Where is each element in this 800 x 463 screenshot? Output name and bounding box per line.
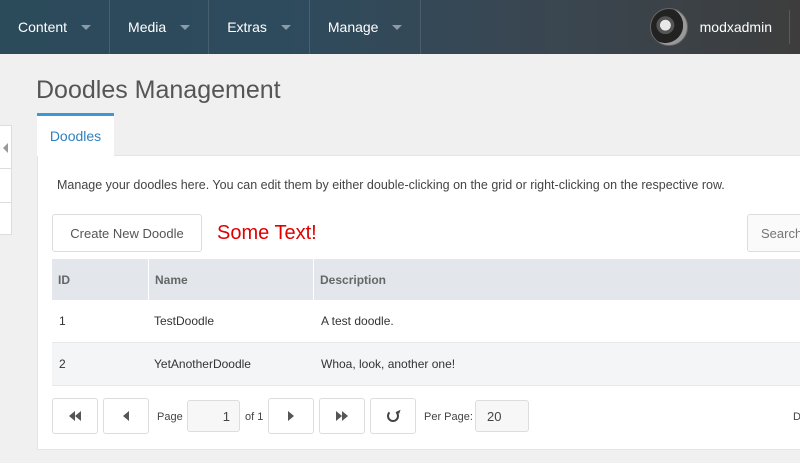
divider [0, 168, 12, 169]
per-page-label: Per Page: [424, 411, 473, 423]
cell-description: A test doodle. [321, 314, 394, 328]
page-title: Doodles Management [36, 76, 281, 104]
page-count-label: of 1 [245, 411, 264, 423]
create-doodle-button[interactable]: Create New Doodle [52, 214, 202, 252]
doodles-grid: ID Name Description 1 TestDoodle A test … [52, 259, 800, 386]
cell-name: TestDoodle [154, 314, 215, 328]
chevron-right-icon [288, 411, 294, 421]
last-page-button[interactable] [319, 398, 365, 434]
table-row[interactable]: 2 YetAnotherDoodle Whoa, look, another o… [52, 343, 800, 386]
chevron-left-icon[interactable] [3, 143, 8, 153]
chevron-down-icon [180, 24, 191, 30]
nav-media-label: Media [128, 19, 167, 35]
nav-content[interactable]: Content [0, 0, 111, 54]
prev-page-button[interactable] [103, 398, 149, 434]
column-header-id[interactable]: ID [52, 259, 149, 300]
nav-media[interactable]: Media [110, 0, 210, 54]
nav-extras[interactable]: Extras [209, 0, 310, 54]
chevron-down-icon [392, 24, 403, 30]
first-page-button[interactable] [52, 398, 98, 434]
custom-text: Some Text! [217, 222, 317, 244]
column-header-description[interactable]: Description [314, 259, 800, 300]
nav-extras-label: Extras [227, 19, 267, 35]
avatar[interactable] [649, 8, 688, 46]
per-page-input[interactable] [475, 400, 529, 432]
divider [789, 10, 790, 44]
search-input[interactable] [747, 214, 800, 252]
chevron-left-icon [123, 411, 129, 421]
nav-manage-label: Manage [327, 19, 379, 35]
sidebar-collapse-tab[interactable] [0, 125, 12, 235]
cell-name: YetAnotherDoodle [154, 357, 251, 371]
refresh-button[interactable] [370, 398, 416, 434]
next-page-button[interactable] [268, 398, 314, 434]
nav-content-label: Content [18, 19, 68, 35]
column-header-name[interactable]: Name [149, 259, 314, 300]
double-chevron-right-icon [342, 411, 348, 421]
chevron-down-icon [81, 24, 92, 30]
table-row[interactable]: 1 TestDoodle A test doodle. [52, 300, 800, 343]
grid-header: ID Name Description [52, 259, 800, 300]
chevron-down-icon [280, 24, 291, 30]
cell-description: Whoa, look, another one! [321, 357, 456, 371]
username: modxadmin [699, 19, 772, 35]
cell-id: 2 [59, 357, 66, 371]
page-label: Page [157, 411, 183, 423]
display-info: D [793, 411, 800, 423]
page-description: Manage your doodles here. You can edit t… [57, 178, 725, 192]
page-number-input[interactable] [187, 400, 240, 432]
top-navbar: Content Media Extras Manage modxadmin [0, 0, 800, 54]
tab-doodles[interactable]: Doodles [37, 113, 114, 156]
user-menu[interactable]: modxadmin [636, 0, 800, 54]
double-chevron-left-icon [75, 411, 81, 421]
refresh-icon [387, 410, 399, 422]
cell-id: 1 [59, 314, 66, 328]
nav-manage[interactable]: Manage [310, 0, 422, 54]
divider [0, 202, 12, 203]
